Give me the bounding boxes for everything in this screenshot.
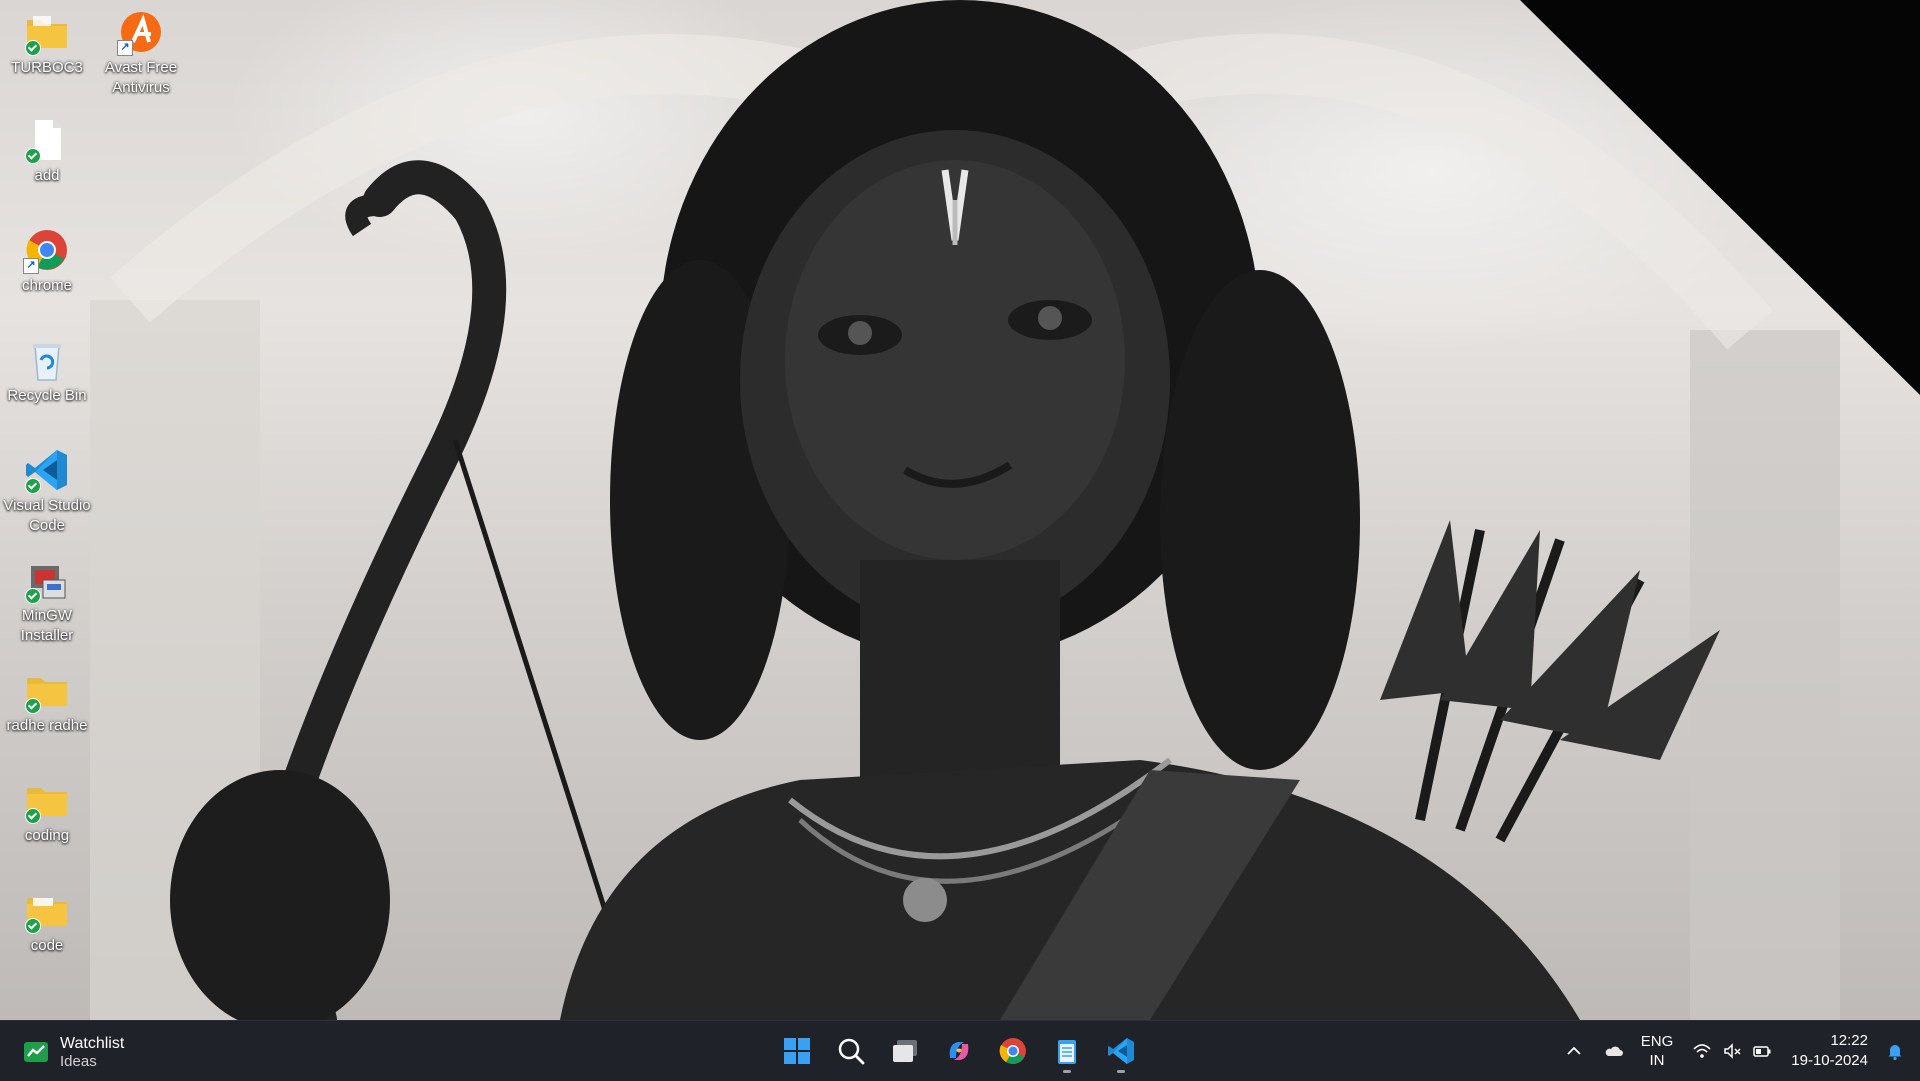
desktop-icon-avast[interactable]: ↗ Avast Free Antivirus: [94, 8, 188, 98]
shortcut-arrow-icon: ↗: [23, 258, 39, 274]
widget-title: Watchlist: [60, 1035, 125, 1052]
clock-button[interactable]: 12:22 19-10-2024: [1791, 1031, 1868, 1071]
widgets-button[interactable]: Watchlist Ideas: [22, 1031, 124, 1073]
wallpaper-art: [90, 0, 1920, 1020]
taskbar-apps: [770, 1029, 1148, 1073]
vscode-taskbar-button[interactable]: [1099, 1029, 1143, 1073]
battery-icon: [1753, 1046, 1771, 1057]
taskbar: Watchlist Ideas ENG IN 12:22 19-10-2024: [0, 1020, 1920, 1081]
file-icon: [23, 116, 71, 164]
shortcut-arrow-icon: ↗: [117, 40, 133, 56]
desktop-icon-label: code: [30, 937, 64, 954]
vscode-icon: [23, 446, 71, 494]
desktop-icon-mingw[interactable]: MinGW Installer: [0, 556, 94, 646]
region-code: IN: [1649, 1052, 1665, 1069]
desktop-icon-turboc3[interactable]: TURBOC3: [0, 8, 94, 78]
notepad-icon: [1058, 1040, 1076, 1064]
chevron-up-icon: [1567, 1046, 1581, 1055]
sync-status-icon: [25, 588, 41, 604]
desktop-icon-label: add: [34, 167, 60, 184]
chrome-icon: [999, 1038, 1026, 1064]
sync-status-icon: [25, 478, 41, 494]
show-hidden-icons-button[interactable]: [1559, 1036, 1589, 1066]
running-indicator: [1117, 1070, 1125, 1073]
sync-status-icon: [25, 40, 41, 56]
network-button[interactable]: [1687, 1036, 1717, 1066]
chrome-taskbar-button[interactable]: [991, 1029, 1035, 1073]
desktop-icon-coding[interactable]: coding: [0, 776, 94, 846]
folder-icon: [23, 666, 71, 714]
desktop-icon-code[interactable]: code: [0, 886, 94, 956]
windows-start-icon: [784, 1038, 810, 1064]
desktop-icon-label: Visual Studio Code: [3, 497, 91, 534]
desktop-icon-vscode[interactable]: Visual Studio Code: [0, 446, 94, 536]
copilot-button[interactable]: [937, 1029, 981, 1073]
desktop-icon-radhe-radhe[interactable]: radhe radhe: [0, 666, 94, 736]
sync-status-icon: [25, 918, 41, 934]
desktop-icon-label: chrome: [21, 277, 73, 294]
desktop-icon-label: MinGW Installer: [20, 607, 74, 644]
avast-icon: ↗: [117, 8, 165, 56]
language-code: ENG: [1640, 1033, 1674, 1050]
folder-icon: [23, 8, 71, 56]
volume-button[interactable]: [1717, 1036, 1747, 1066]
input-language-button[interactable]: ENG IN: [1641, 1032, 1674, 1070]
desktop-icon-label: TURBOC3: [11, 59, 83, 76]
bell-icon: [1888, 1045, 1902, 1061]
watchlist-icon: [24, 1042, 48, 1062]
desktop-icon-recycle-bin[interactable]: Recycle Bin: [0, 336, 94, 406]
copilot-icon: [949, 1042, 969, 1060]
mingw-icon: [23, 556, 71, 604]
desktop-wallpaper: [0, 0, 1920, 1020]
task-view-button[interactable]: [883, 1029, 927, 1073]
widget-subtitle: Ideas: [60, 1053, 97, 1070]
notepad-taskbar-button[interactable]: [1045, 1029, 1089, 1073]
task-view-icon: [893, 1040, 917, 1062]
onedrive-button[interactable]: [1599, 1036, 1629, 1066]
sync-status-icon: [25, 808, 41, 824]
wifi-icon: [1693, 1044, 1711, 1058]
folder-icon: [23, 886, 71, 934]
chrome-icon: ↗: [23, 226, 71, 274]
system-tray: ENG IN 12:22 19-10-2024: [1559, 1021, 1920, 1081]
sync-status-icon: [25, 148, 41, 164]
running-indicator: [1063, 1070, 1071, 1073]
recycle-bin-icon: [23, 336, 71, 384]
onedrive-cloud-icon: [1605, 1046, 1623, 1056]
folder-icon: [23, 776, 71, 824]
desktop-icon-add[interactable]: add: [0, 116, 94, 186]
desktop-icon-label: Recycle Bin: [7, 387, 87, 404]
notifications-button[interactable]: [1880, 1036, 1910, 1066]
desktop-icon-label: coding: [24, 827, 70, 844]
sync-status-icon: [25, 698, 41, 714]
desktop-icon-chrome[interactable]: ↗ chrome: [0, 226, 94, 296]
battery-button[interactable]: [1747, 1036, 1777, 1066]
search-button[interactable]: [829, 1029, 873, 1073]
volume-muted-icon: [1724, 1043, 1741, 1059]
desktop-icon-label: radhe radhe: [6, 717, 88, 734]
clock-date: 19-10-2024: [1791, 1052, 1868, 1069]
start-button[interactable]: [775, 1029, 819, 1073]
search-icon: [838, 1038, 865, 1065]
vscode-icon: [1108, 1038, 1134, 1064]
clock-time: 12:22: [1830, 1032, 1868, 1049]
desktop-icon-label: Avast Free Antivirus: [104, 59, 178, 96]
